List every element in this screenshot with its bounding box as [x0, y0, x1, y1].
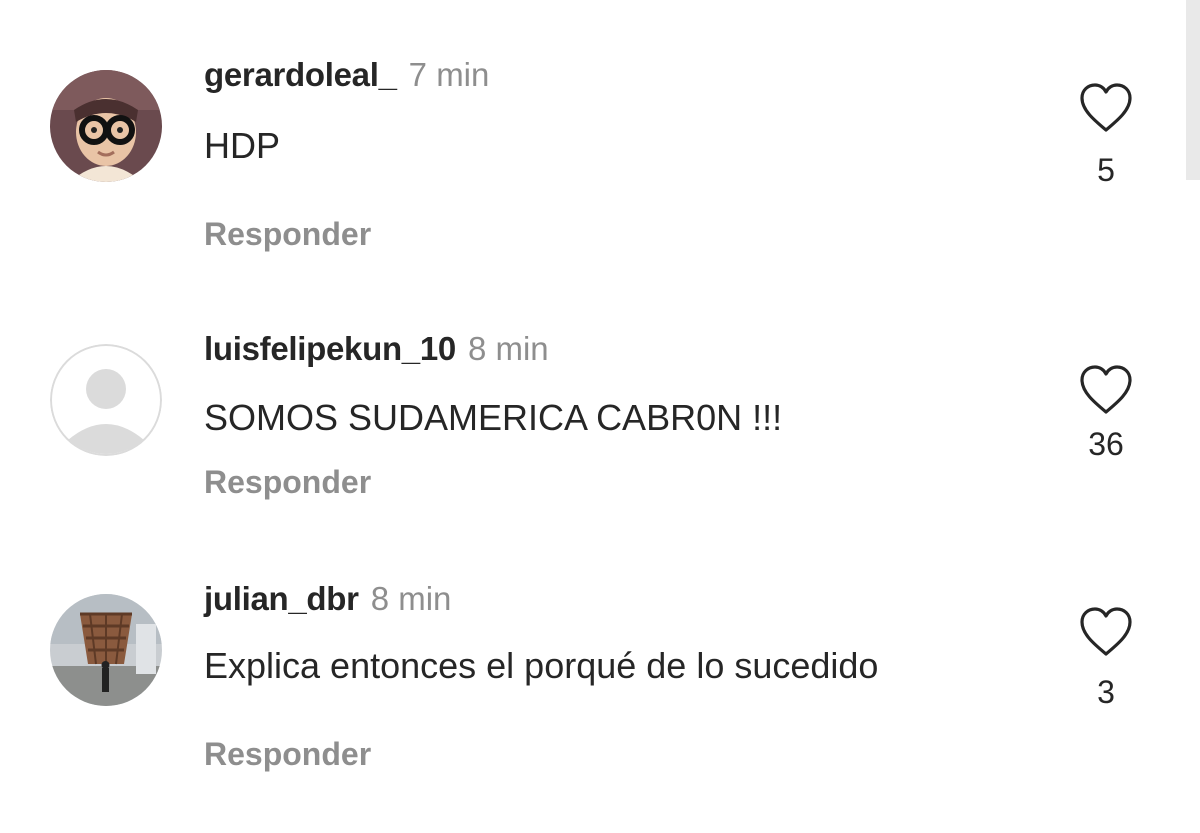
- comment-text: HDP: [204, 125, 281, 166]
- timestamp: 7 min: [408, 56, 490, 93]
- avatar[interactable]: [50, 344, 162, 456]
- comment-item: julian_dbr 8 min Explica entonces el porq…: [0, 528, 1180, 770]
- comment-text: Explica entonces el porqué de lo sucedid…: [204, 645, 879, 686]
- heart-outline-icon[interactable]: [1076, 80, 1136, 136]
- heart-outline-icon[interactable]: [1076, 362, 1136, 418]
- heart-outline-icon[interactable]: [1076, 604, 1136, 660]
- username[interactable]: julian_dbr: [204, 580, 359, 617]
- comment-item: luisfelipekun_10 8 min SOMOS SUDAMERICA C…: [0, 278, 1180, 518]
- like-count: 5: [1097, 152, 1115, 188]
- username[interactable]: gerardoleal_: [204, 56, 397, 93]
- like-count: 36: [1088, 426, 1124, 462]
- username[interactable]: luisfelipekun_10: [204, 330, 456, 367]
- scrollbar[interactable]: [1186, 0, 1200, 180]
- comment-meta: luisfelipekun_10 8 min: [204, 332, 549, 365]
- comment-meta: gerardoleal_ 7 min: [204, 58, 489, 91]
- like-count: 3: [1097, 674, 1115, 710]
- default-avatar-icon: [50, 344, 162, 456]
- avatar[interactable]: [50, 70, 162, 182]
- timestamp: 8 min: [370, 580, 452, 617]
- timestamp: 8 min: [467, 330, 549, 367]
- comment-meta: julian_dbr 8 min: [204, 582, 451, 615]
- reply-button[interactable]: Responder: [204, 738, 371, 770]
- avatar[interactable]: [50, 594, 162, 706]
- comments-screen: gerardoleal_ 7 min HDP Responder 5 luisfe…: [0, 0, 1200, 833]
- comment-text: SOMOS SUDAMERICA CABR0N !!!: [204, 397, 783, 438]
- avatar-photo-child: [50, 70, 162, 182]
- avatar-photo-vessel: [50, 594, 162, 706]
- comment-item: gerardoleal_ 7 min HDP Responder 5: [0, 0, 1180, 250]
- reply-button[interactable]: Responder: [204, 218, 371, 250]
- reply-button[interactable]: Responder: [204, 466, 371, 498]
